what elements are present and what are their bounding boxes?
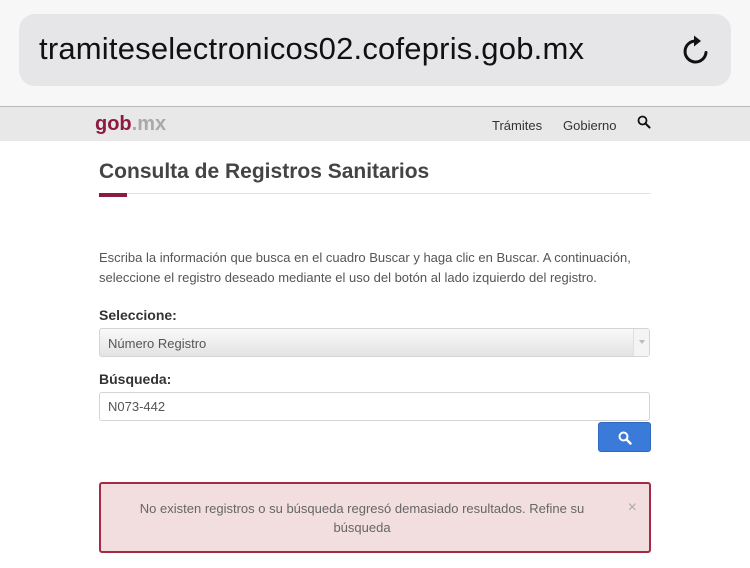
search-icon[interactable] [637, 115, 651, 129]
logo-gob: gob [95, 113, 132, 135]
error-alert: No existen registros o su búsqueda regre… [99, 482, 651, 553]
registry-type-select[interactable]: Número Registro [99, 328, 650, 357]
instructions-text: Escriba la información que busca en el c… [99, 250, 631, 285]
title-divider [99, 193, 651, 194]
browser-toolbar: tramiteselectronicos02.cofepris.gob.mx [0, 0, 750, 106]
title-accent-bar [99, 193, 127, 197]
reload-icon[interactable] [679, 34, 713, 68]
search-button[interactable] [598, 422, 651, 452]
gob-mx-logo[interactable]: gob.mx [95, 113, 166, 135]
select-value: Número Registro [108, 336, 207, 351]
search-input[interactable] [99, 392, 650, 421]
url-text[interactable]: tramiteselectronicos02.cofepris.gob.mx [39, 31, 584, 67]
search-label: Búsqueda: [99, 371, 172, 387]
page-title: Consulta de Registros Sanitarios [99, 160, 430, 183]
close-icon[interactable]: × [628, 499, 637, 517]
search-icon [618, 431, 632, 445]
address-bar[interactable]: tramiteselectronicos02.cofepris.gob.mx [19, 14, 731, 86]
alert-message: No existen registros o su búsqueda regre… [139, 501, 585, 535]
nav-link-gobierno[interactable]: Gobierno [563, 118, 616, 133]
gob-navbar: gob.mx Trámites Gobierno [0, 106, 750, 141]
logo-mx: .mx [131, 113, 167, 135]
select-arrow[interactable] [633, 329, 649, 356]
nav-link-tramites[interactable]: Trámites [492, 118, 542, 133]
chevron-down-icon [639, 340, 645, 344]
select-label: Seleccione: [99, 307, 177, 323]
